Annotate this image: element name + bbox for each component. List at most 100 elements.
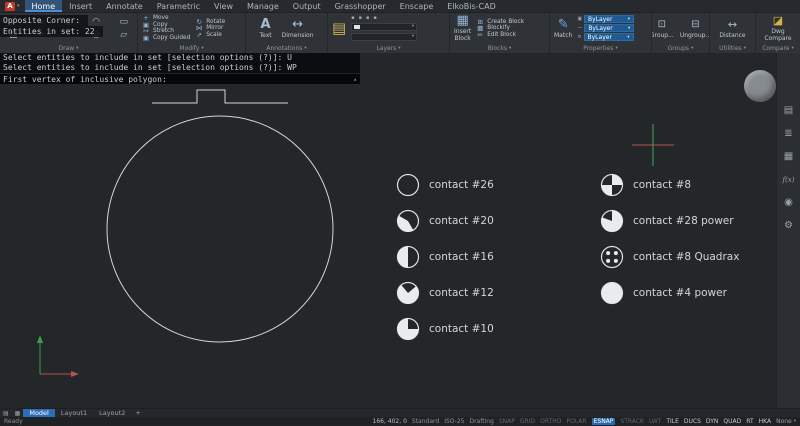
panel-label-modify[interactable]: Modify ▾ — [138, 43, 245, 53]
scale-label: Scale — [206, 31, 222, 38]
chevron-down-icon: ▾ — [411, 34, 415, 39]
layer-isolate-icon[interactable]: ▪ — [373, 15, 376, 21]
status-toggle-hka[interactable]: HKA — [759, 418, 771, 425]
panel-label-blocks[interactable]: Blocks ▾ — [450, 43, 549, 53]
status-toggle-ortho[interactable]: ORTHO — [540, 418, 561, 425]
create-block-label: Create Block — [487, 18, 525, 25]
app-logo[interactable]: A ▾ — [0, 0, 25, 12]
status-toggle-snap[interactable]: SNAP — [499, 418, 515, 425]
crosshair-cursor — [632, 124, 674, 166]
layout-tab-layout2[interactable]: Layout2 — [93, 409, 131, 417]
workspace-field[interactable]: Drafting — [469, 418, 493, 425]
menu-tab-annotate[interactable]: Annotate — [99, 0, 150, 12]
status-toggle-dyn[interactable]: DYN — [706, 418, 718, 425]
layer-freeze-icon[interactable]: ▪ — [359, 15, 362, 21]
right-sidebar: ▤ ≣ ▦ f(x) ◉ ⚙ — [776, 53, 800, 408]
dimension-label: Dimension — [281, 31, 314, 39]
dimension-tool[interactable]: ↔ Dimension — [281, 17, 314, 39]
status-toggle-rt[interactable]: RT — [746, 418, 753, 425]
panel-label-annotations[interactable]: Annotations ▾ — [246, 43, 327, 53]
layer-lock-icon[interactable]: ▪ — [366, 15, 369, 21]
add-layout-button[interactable]: + — [131, 409, 144, 417]
edit-block-tool[interactable]: ✏ Edit Block — [476, 30, 524, 39]
insert-block-label-2: Block — [454, 35, 471, 42]
menu-tab-view[interactable]: View — [207, 0, 240, 12]
annotation-scale[interactable]: None ▾ — [776, 418, 796, 425]
text-style-field[interactable]: Standard — [412, 418, 439, 425]
edit-block-label: Edit Block — [487, 31, 516, 38]
panel-label-draw[interactable]: Draw ▾ — [0, 43, 137, 53]
layout-tab-model[interactable]: Model — [23, 409, 55, 417]
properties-panel-icon[interactable]: ▤ — [784, 105, 793, 117]
layer-state-select[interactable]: ▾ — [351, 32, 418, 41]
insert-block-tool[interactable]: ▦ Insert Block — [454, 14, 471, 42]
current-layer-select[interactable]: ▾ — [351, 22, 418, 31]
group-tool[interactable]: ⊡ Group... — [652, 18, 674, 39]
color-select[interactable]: ByLayer ▾ — [584, 15, 635, 23]
edit-block-icon: ✏ — [477, 30, 483, 39]
chevron-down-icon: ▾ — [304, 45, 307, 51]
status-toggle-ducs[interactable]: DUCS — [684, 418, 701, 425]
match-properties-tool[interactable]: ✎ Match — [554, 17, 572, 39]
layers-icon[interactable]: ▤ — [332, 21, 346, 36]
render-materials-icon[interactable]: ◉ — [784, 197, 793, 209]
command-history-overlay: Opposite Corner: Entities in set: 22 — [0, 15, 103, 37]
rotate-label: Rotate — [206, 18, 226, 25]
status-toggle-polar[interactable]: POLAR — [566, 418, 586, 425]
layer-on-icon[interactable]: ▪ — [351, 15, 354, 21]
rectangle-icon[interactable]: ▭ — [119, 16, 128, 28]
stretch-label: Stretch — [153, 28, 174, 35]
menu-tab-elkobis-cad[interactable]: ElkoBis-CAD — [440, 0, 503, 12]
panel-label-compare[interactable]: Compare ▾ — [756, 43, 800, 53]
sheets-panel-icon[interactable]: ▦ — [784, 151, 793, 163]
region-icon[interactable]: ▱ — [120, 29, 127, 41]
layers-panel-icon[interactable]: ≣ — [784, 128, 792, 140]
panel-label-layers[interactable]: Layers ▾ — [328, 43, 449, 53]
coordinates-display[interactable]: 166, 402, 0 — [373, 418, 407, 425]
layer-tools: ▪ ▪ ▪ ▪ — [351, 15, 417, 22]
linetype-icon: — — [577, 25, 583, 31]
menu-tab-insert[interactable]: Insert — [62, 0, 99, 12]
panel-label-properties[interactable]: Properties ▾ — [550, 43, 651, 53]
menu-tab-grasshopper[interactable]: Grasshopper — [328, 0, 393, 12]
menu-tab-parametric[interactable]: Parametric — [150, 0, 207, 12]
menu-tab-manage[interactable]: Manage — [240, 0, 286, 12]
menu-tab-enscape[interactable]: Enscape — [393, 0, 441, 12]
status-ready: Ready — [4, 418, 23, 425]
command-expand-icon[interactable]: ▴ — [353, 74, 357, 85]
connector-shell-circle — [106, 115, 334, 343]
chevron-down-icon: ▾ — [411, 24, 415, 29]
command-overlay-line: Entities in set: 22 — [0, 26, 103, 37]
copy-guided-tool[interactable]: ▣ Copy Guided — [142, 34, 190, 42]
distance-tool[interactable]: ↔ Distance — [719, 18, 745, 39]
layout-list-icon[interactable]: ▦ — [12, 409, 24, 417]
panel-label-utilities[interactable]: Utilities ▾ — [710, 43, 755, 53]
navigation-ball[interactable] — [744, 70, 776, 102]
status-toggle-esnap[interactable]: ESNAP — [591, 418, 616, 425]
status-toggle-tile[interactable]: TILE — [666, 418, 679, 425]
model-space-icon[interactable]: ▤ — [0, 409, 12, 417]
ribbon-panel-blocks: ▦ Insert Block ⊞ Create Block ▩ Blockify ✏ Ed… — [450, 13, 550, 53]
text-icon: A — [260, 16, 271, 32]
status-toggle-quad[interactable]: QUAD — [723, 418, 741, 425]
ungroup-tool[interactable]: ⊟ Ungroup... — [680, 18, 709, 39]
dim-style-field[interactable]: ISO-25 — [444, 418, 464, 425]
linetype-select[interactable]: ByLayer ▾ — [584, 24, 635, 32]
menu-tab-home[interactable]: Home — [24, 0, 63, 12]
layout-tab-layout1[interactable]: Layout1 — [55, 409, 93, 417]
settings-icon[interactable]: ⚙ — [784, 220, 793, 232]
dwg-compare-tool[interactable]: ◪ Dwg Compare — [764, 14, 791, 42]
ribbon-panel-modify: + Move ▣ Copy ↦ Stretch ▣ Copy Guided ↻ Rotat… — [138, 13, 246, 53]
status-toggle-strack[interactable]: STRACK — [620, 418, 644, 425]
command-prompt[interactable]: First vertex of inclusive polygon: ▴ — [0, 73, 360, 84]
menu-tab-output[interactable]: Output — [286, 0, 328, 12]
status-toggle-grid[interactable]: GRID — [520, 418, 535, 425]
lineweight-select[interactable]: ByLayer ▾ — [583, 33, 634, 41]
app-logo-icon: A — [5, 1, 15, 11]
status-toggle-lwt[interactable]: LWT — [649, 418, 661, 425]
text-tool[interactable]: A Text — [259, 16, 271, 39]
fx-panel-icon[interactable]: f(x) — [782, 174, 794, 186]
ribbon-panel-annotations: A Text ↔ Dimension Annotations ▾ — [246, 13, 328, 53]
scale-tool[interactable]: ⇗ Scale — [195, 31, 225, 39]
panel-label-groups[interactable]: Groups ▾ — [652, 43, 709, 53]
